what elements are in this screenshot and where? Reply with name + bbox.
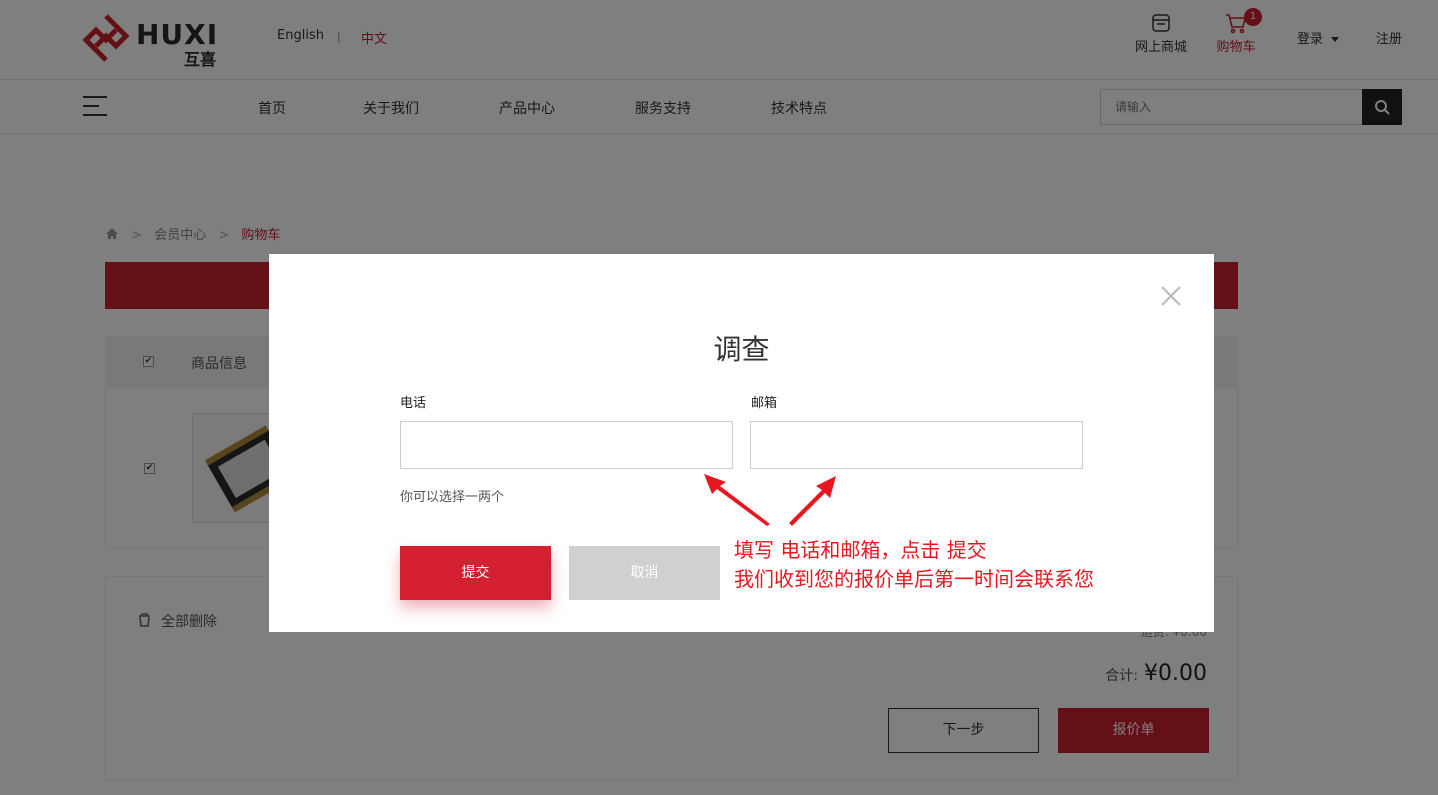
email-label: 邮箱 [751, 396, 778, 411]
email-input[interactable] [750, 421, 1083, 469]
phone-input[interactable] [400, 421, 733, 469]
annotation-line-2: 我们收到您的报价单后第一时间会联系您 [734, 567, 1094, 591]
phone-label: 电话 [400, 396, 427, 411]
cancel-button[interactable]: 取消 [569, 546, 720, 600]
close-icon[interactable] [1159, 284, 1183, 308]
modal-title: 调查 [713, 333, 770, 366]
instruction-annotation: 填写 电话和邮箱，点击 提交 我们收到您的报价单后第一时间会联系您 [734, 536, 1094, 594]
submit-button[interactable]: 提交 [400, 546, 551, 600]
annotation-arrows [704, 474, 836, 526]
annotation-line-1: 填写 电话和邮箱，点击 提交 [734, 538, 987, 562]
form-hint: 你可以选择一两个 [400, 490, 505, 505]
